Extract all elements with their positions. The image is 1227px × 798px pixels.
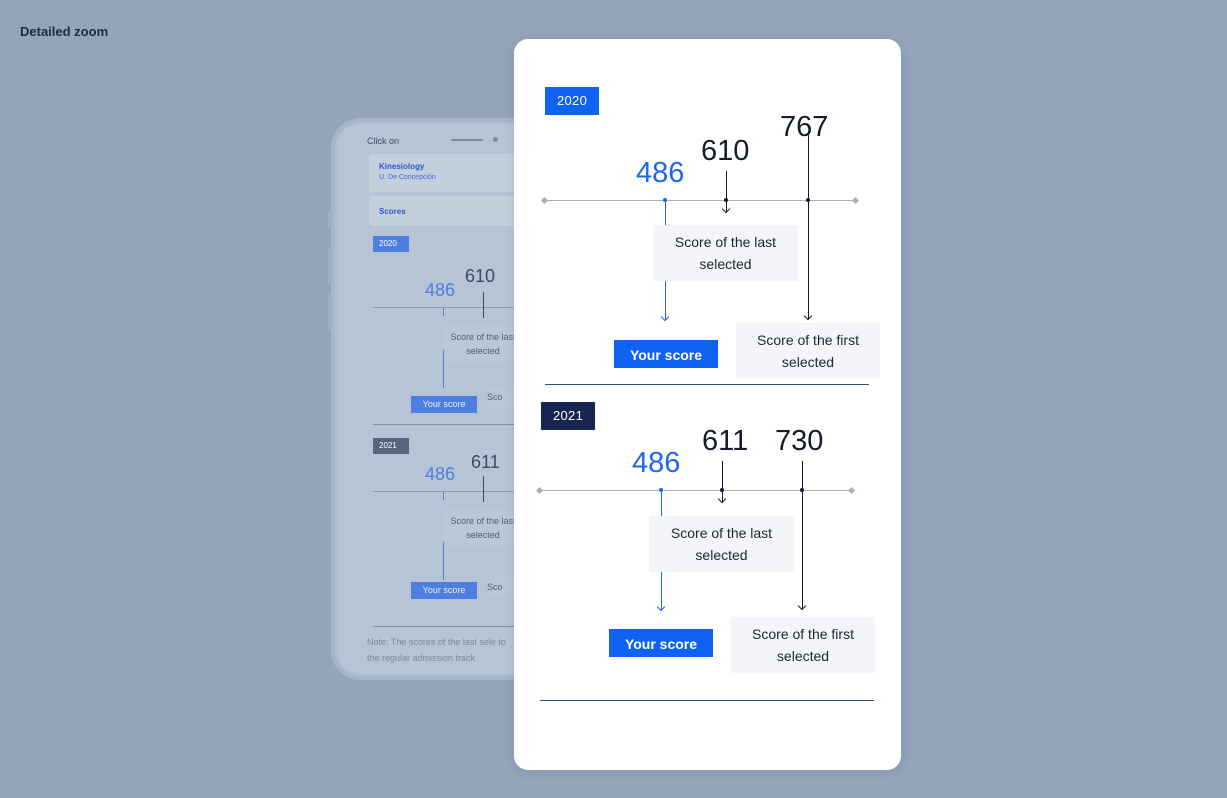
phone-speaker [451, 139, 483, 141]
your-score-button[interactable]: Your score [609, 629, 713, 657]
phone-your-score-button[interactable]: Your score [411, 396, 477, 413]
phone-last-selected-value: 610 [465, 266, 496, 286]
first-selected-line [808, 135, 809, 319]
phone-your-score-arrow [443, 542, 444, 580]
year-tag-2020: 2020 [545, 87, 600, 115]
page-heading: Detailed zoom [20, 24, 109, 39]
first-selected-arrow [803, 311, 813, 321]
phone-your-score-value: 486 [425, 464, 456, 484]
phone-last-selected-line [483, 292, 484, 318]
phone-year-tag-2021: 2021 [373, 438, 409, 454]
phone-your-score-line [443, 308, 444, 316]
phone-your-score-button[interactable]: Your score [411, 582, 477, 599]
phone-last-selected-line [483, 476, 484, 502]
zoom-card: 2020 486 610 767 Score of the last selec… [514, 39, 901, 770]
phone-program-subtitle: U. De Concepción [379, 174, 436, 181]
phone-last-selected-label: Score of the last selected [443, 326, 523, 362]
first-selected-value: 767 [780, 111, 829, 143]
phone-scores-label: Scores [379, 207, 406, 216]
first-selected-line [802, 461, 803, 609]
phone-side-button [328, 294, 332, 330]
phone-year-tag-2020: 2020 [373, 236, 409, 252]
phone-your-score-value: 486 [425, 280, 456, 300]
phone-camera [493, 137, 498, 142]
year-tag-2021: 2021 [541, 402, 596, 430]
first-selected-value: 730 [775, 425, 824, 457]
your-score-value: 486 [636, 157, 685, 189]
axis-end-right [847, 486, 856, 495]
phone-header-text: Click on [367, 136, 400, 146]
your-score-button[interactable]: Your score [614, 340, 718, 368]
last-selected-value: 610 [701, 135, 750, 167]
your-score-arrow [660, 312, 670, 322]
first-selected-arrow [797, 601, 807, 611]
last-selected-arrow [721, 204, 731, 214]
phone-side-button [328, 248, 332, 284]
score-axis [540, 490, 853, 491]
phone-your-score-line [443, 492, 444, 500]
axis-end-right [851, 196, 860, 205]
last-selected-value: 611 [702, 425, 749, 457]
phone-your-score-arrow [443, 350, 444, 388]
your-score-arrow [656, 602, 666, 612]
section-separator [545, 384, 869, 385]
your-score-value: 486 [632, 447, 681, 479]
phone-last-selected-value: 611 [471, 452, 500, 472]
score-axis [545, 200, 858, 201]
phone-note: Note: The scores of the last sele to the… [367, 637, 506, 663]
last-selected-label: Score of the last selected [653, 225, 798, 281]
first-selected-label: Score of the first selected [736, 323, 880, 379]
last-selected-label: Score of the last selected [649, 516, 794, 572]
section-separator [540, 700, 874, 701]
last-selected-arrow [717, 494, 727, 504]
phone-last-selected-label: Score of the last selected [443, 510, 523, 546]
phone-program-title: Kinesiology [379, 162, 425, 171]
phone-side-button [328, 210, 332, 228]
first-selected-label: Score of the first selected [731, 617, 875, 673]
